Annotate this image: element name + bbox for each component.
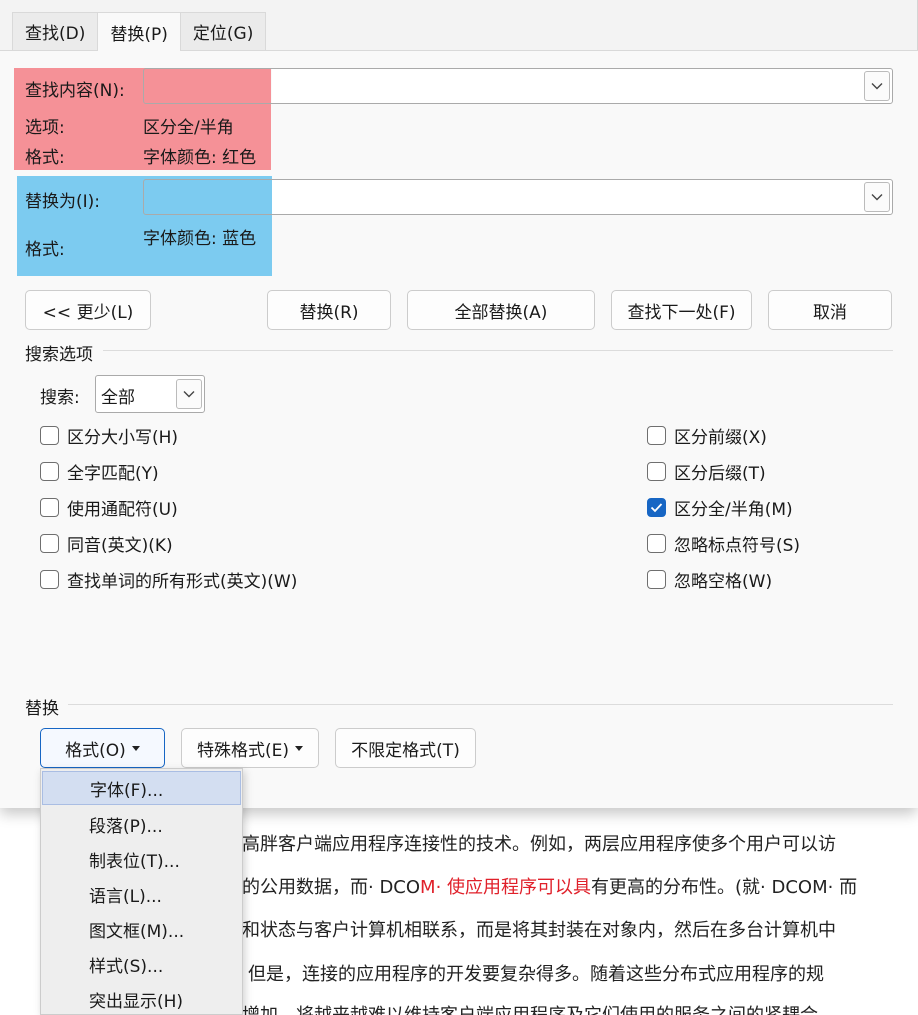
checkbox-sounds-like[interactable]: 同音(英文)(K) [40,531,173,556]
red-text-span: M· 使应用程序可以具 [420,877,592,898]
checkbox-box[interactable] [40,462,59,481]
search-options-title: 搜索选项 [25,345,93,365]
cancel-button[interactable]: 取消 [768,290,892,330]
special-format-button[interactable]: 特殊格式(E) [181,728,319,768]
replace-input[interactable] [143,179,893,215]
section-divider [68,704,893,705]
replace-section-title: 替换 [25,699,59,719]
menu-item-font[interactable]: 字体(F)... [42,771,241,805]
find-label: 查找内容(N): [25,81,125,101]
checkbox-whole-word[interactable]: 全字匹配(Y) [40,459,159,484]
checkbox-box[interactable] [40,498,59,517]
find-format-value: 字体颜色: 红色 [143,148,257,168]
checkbox-ignore-punctuation[interactable]: 忽略标点符号(S) [647,531,800,556]
menu-item-paragraph[interactable]: 段落(P)... [41,807,242,841]
search-scope-label: 搜索: [40,388,80,408]
format-menu: 字体(F)... 段落(P)... 制表位(T)... 语言(L)... 图文框… [40,768,243,1015]
checkbox-box[interactable] [647,462,666,481]
section-divider [103,350,893,351]
checkbox-box[interactable] [647,570,666,589]
checkbox-ignore-whitespace[interactable]: 忽略空格(W) [647,567,772,592]
format-button[interactable]: 格式(O) [40,728,165,768]
tab-strip: 查找(D) 替换(P) 定位(G) [12,12,267,51]
replace-dropdown-button[interactable] [864,182,890,212]
document-line: 但是，连接的应用程序的开发要复杂得多。随着这些分布式应用程序的规 [248,964,824,985]
caret-down-icon [131,745,140,751]
menu-item-style[interactable]: 样式(S)... [41,947,242,981]
tab-replace[interactable]: 替换(P) [97,12,181,51]
search-scope-select[interactable]: 全部 [95,375,205,413]
replace-button[interactable]: 替换(R) [267,290,391,330]
find-format-label: 格式: [25,148,65,168]
find-options-value: 区分全/半角 [143,118,234,138]
less-button[interactable]: << 更少(L) [25,290,151,330]
find-next-button[interactable]: 查找下一处(F) [611,290,752,330]
checkbox-box[interactable] [40,534,59,553]
checkbox-box[interactable] [40,426,59,445]
checkbox-match-suffix[interactable]: 区分后缀(T) [647,459,766,484]
replace-label: 替换为(I): [25,192,101,212]
document-line: 和状态与客户计算机相联系，而是将其封装在对象内，然后在多台计算机中 [242,920,836,941]
checkbox-full-half-width[interactable]: 区分全/半角(M) [647,495,793,520]
chevron-down-icon [183,391,195,398]
search-scope-value: 全部 [101,388,135,408]
menu-item-language[interactable]: 语言(L)... [41,877,242,911]
search-scope-dropdown-button[interactable] [176,379,202,409]
no-formatting-button[interactable]: 不限定格式(T) [335,728,476,768]
checkmark-icon [650,503,663,513]
tab-goto[interactable]: 定位(G) [179,12,267,50]
replace-all-button[interactable]: 全部替换(A) [407,290,595,330]
find-input[interactable] [143,68,893,104]
document-line: 高胖客户端应用程序连接性的技术。例如，两层应用程序使多个用户可以访 [242,834,836,855]
chevron-down-icon [871,194,883,201]
menu-item-frame[interactable]: 图文框(M)... [41,912,242,946]
document-line: 的公用数据，而· DCOM· 使应用程序可以具有更高的分布性。(就· DCOM·… [242,877,858,898]
checkbox-box[interactable] [40,570,59,589]
menu-item-highlight[interactable]: 突出显示(H) [41,982,242,1015]
checkbox-match-case[interactable]: 区分大小写(H) [40,423,178,448]
chevron-down-icon [871,83,883,90]
document-line: 增加，将越来越难以维持客户端应用程序及它们使用的服务之间的紧耦合 [242,1001,818,1015]
checkbox-box[interactable] [647,534,666,553]
replace-format-value: 字体颜色: 蓝色 [143,229,257,249]
find-options-label: 选项: [25,118,65,138]
caret-down-icon [295,745,303,751]
checkbox-match-prefix[interactable]: 区分前缀(X) [647,423,767,448]
checkbox-box-checked[interactable] [647,498,666,517]
checkbox-box[interactable] [647,426,666,445]
menu-item-tabs[interactable]: 制表位(T)... [41,842,242,876]
find-replace-dialog: 查找(D) 替换(P) 定位(G) 查找内容(N): 选项: 区分全/半角 格式… [0,0,918,808]
tab-find[interactable]: 查找(D) [12,12,99,50]
checkbox-all-word-forms[interactable]: 查找单词的所有形式(英文)(W) [40,567,297,592]
replace-format-label: 格式: [25,240,65,260]
find-dropdown-button[interactable] [864,71,890,101]
checkbox-wildcards[interactable]: 使用通配符(U) [40,495,178,520]
